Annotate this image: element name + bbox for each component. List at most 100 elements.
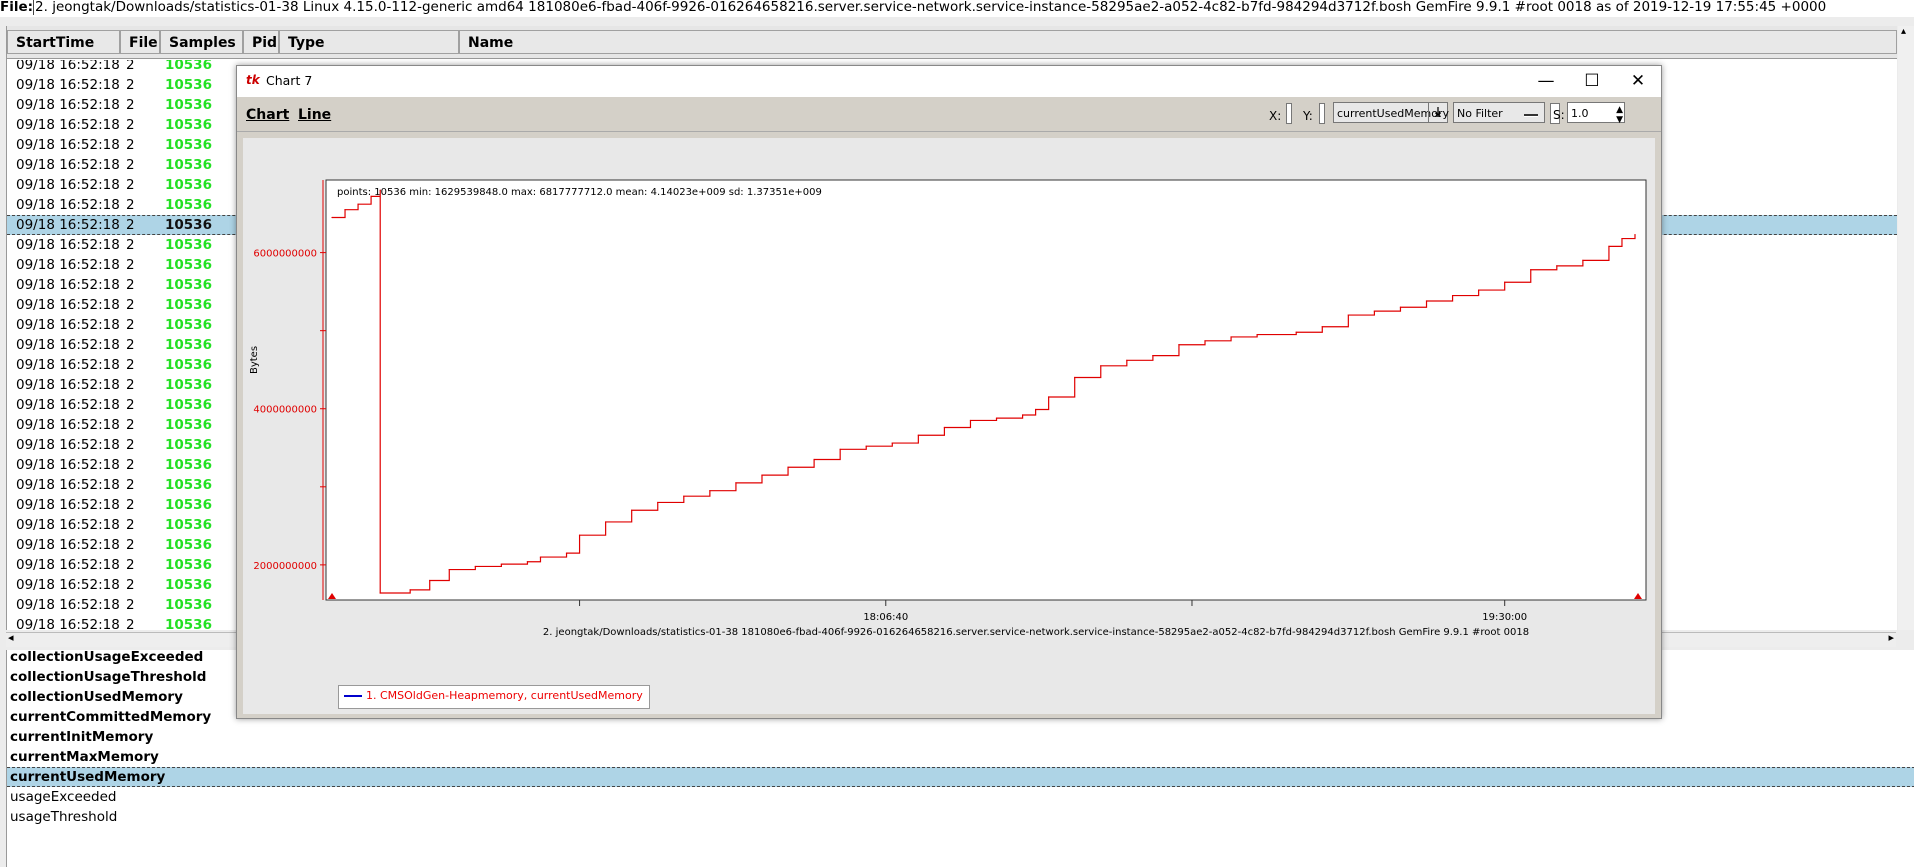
chart-legend[interactable]: 1. CMSOldGen-Heapmemory, currentUsedMemo… [338,685,650,709]
data-point [357,203,359,205]
data-point [891,442,893,444]
cell-starttime: 09/18 16:52:18 [16,237,120,253]
cell-file: 2 [126,197,135,213]
cell-file: 2 [126,277,135,293]
cell-file: 2 [126,97,135,113]
y-axis-title: Bytes [249,346,260,374]
cell-file: 2 [126,537,135,553]
y-stat-combobox[interactable]: currentUsedMemory ⤓ [1333,102,1449,123]
cell-file: 2 [126,77,135,93]
chart-window-titlebar[interactable]: tk Chart 7 — ☐ ✕ [237,66,1661,97]
x-axis-title: 2. jeongtak/Downloads/statistics-01-38 1… [543,627,1529,638]
filter-dropdown[interactable]: No Filter [1453,102,1545,123]
cell-samples: 10536 [165,457,212,473]
cell-file: 2 [126,337,135,353]
data-point [429,579,431,582]
cell-file: 2 [126,417,135,433]
filter-value: No Filter [1457,107,1503,120]
column-header-type[interactable]: Type [279,30,459,54]
cell-samples: 10536 [165,297,212,313]
scroll-up-icon[interactable]: ▴ [1901,26,1906,37]
data-point [1152,355,1154,357]
column-header-pid[interactable]: Pid [243,30,279,54]
cell-samples: 10536 [165,537,212,553]
maximize-button[interactable]: ☐ [1569,68,1615,94]
scroll-left-icon[interactable]: ◂ [8,631,14,644]
cell-file: 2 [126,477,135,493]
data-point [500,563,502,565]
cell-file: 2 [126,517,135,533]
file-path-field[interactable]: 2. jeongtak/Downloads/statistics-01-38 L… [33,0,1826,15]
data-point [1074,376,1076,379]
y-axis-field[interactable] [1319,103,1325,124]
s-label: S: [1553,108,1565,122]
data-point [1256,333,1258,336]
x-axis-field[interactable] [1286,103,1292,124]
table-vertical-scrollbar[interactable]: ▴ [1898,26,1914,630]
legend-label: 1. CMSOldGen-Heapmemory, currentUsedMemo… [366,689,643,702]
data-point [1621,237,1623,240]
cell-samples: 10536 [165,77,212,93]
cell-samples: 10536 [165,177,212,193]
spin-down-icon[interactable]: ▼ [1616,110,1623,131]
stat-item[interactable]: collectionUsageExceeded [10,647,203,667]
data-point [865,445,867,447]
data-point [1504,281,1506,283]
cell-samples: 10536 [165,237,212,253]
y-tick-label: 4000000000 [253,405,317,416]
stat-item[interactable]: usageExceeded [10,787,117,807]
data-point [1556,265,1558,267]
cell-starttime: 09/18 16:52:18 [16,417,120,433]
data-point [1021,414,1024,416]
data-point [995,417,998,419]
data-point [1373,310,1375,312]
data-point [631,509,633,511]
data-point [709,490,711,492]
data-point [1204,340,1206,342]
cell-samples: 10536 [165,337,212,353]
cell-starttime: 09/18 16:52:18 [16,357,120,373]
cell-file: 2 [126,137,135,153]
cell-samples: 10536 [165,557,212,573]
scroll-right-icon[interactable]: ▸ [1888,631,1894,644]
cell-samples: 10536 [165,477,212,493]
s-spinbox[interactable]: 1.0 ▲ ▼ [1567,102,1625,125]
cell-file: 2 [126,557,135,573]
data-point [1347,314,1349,316]
data-point [539,556,542,558]
cell-starttime: 09/18 16:52:18 [16,517,120,533]
data-point [1399,306,1402,308]
menu-chart[interactable]: Chart [246,107,289,123]
y-tick-label: 6000000000 [253,249,317,260]
menu-line[interactable]: Line [298,107,331,123]
cell-starttime: 09/18 16:52:18 [16,97,120,113]
stat-item[interactable]: currentCommittedMemory [10,707,211,727]
stat-item[interactable]: collectionUsageThreshold [10,667,206,687]
cell-starttime: 09/18 16:52:18 [16,177,120,193]
cell-starttime: 09/18 16:52:18 [16,557,120,573]
chart-stats-text: points: 10536 min: 1629539848.0 max: 681… [337,187,822,198]
x-tick-label: 18:06:40 [863,612,908,623]
stat-item[interactable]: currentInitMemory [10,727,153,747]
cell-file: 2 [126,597,135,613]
data-point [370,195,372,197]
cell-samples: 10536 [165,277,212,293]
column-header-name[interactable]: Name [459,30,1897,54]
close-button[interactable]: ✕ [1615,68,1661,94]
column-header-file[interactable]: File [120,30,160,54]
x-axis-label: X: [1269,109,1282,123]
data-point [605,521,607,523]
data-point [657,501,659,504]
column-header-starttime[interactable]: StartTime [7,30,120,54]
stat-item[interactable]: collectionUsedMemory [10,687,183,707]
minimize-button[interactable]: — [1523,68,1569,94]
column-header-samples[interactable]: Samples [160,30,243,54]
stat-item[interactable]: currentUsedMemory [7,767,1914,787]
stat-item[interactable]: currentMaxMemory [10,747,159,767]
cell-starttime: 09/18 16:52:18 [16,157,120,173]
data-point [1321,326,1323,328]
download-arrow-icon[interactable]: ⤓ [1428,102,1447,123]
cell-samples: 10536 [165,137,212,153]
cell-file: 2 [126,117,135,133]
stat-item[interactable]: usageThreshold [10,807,117,827]
